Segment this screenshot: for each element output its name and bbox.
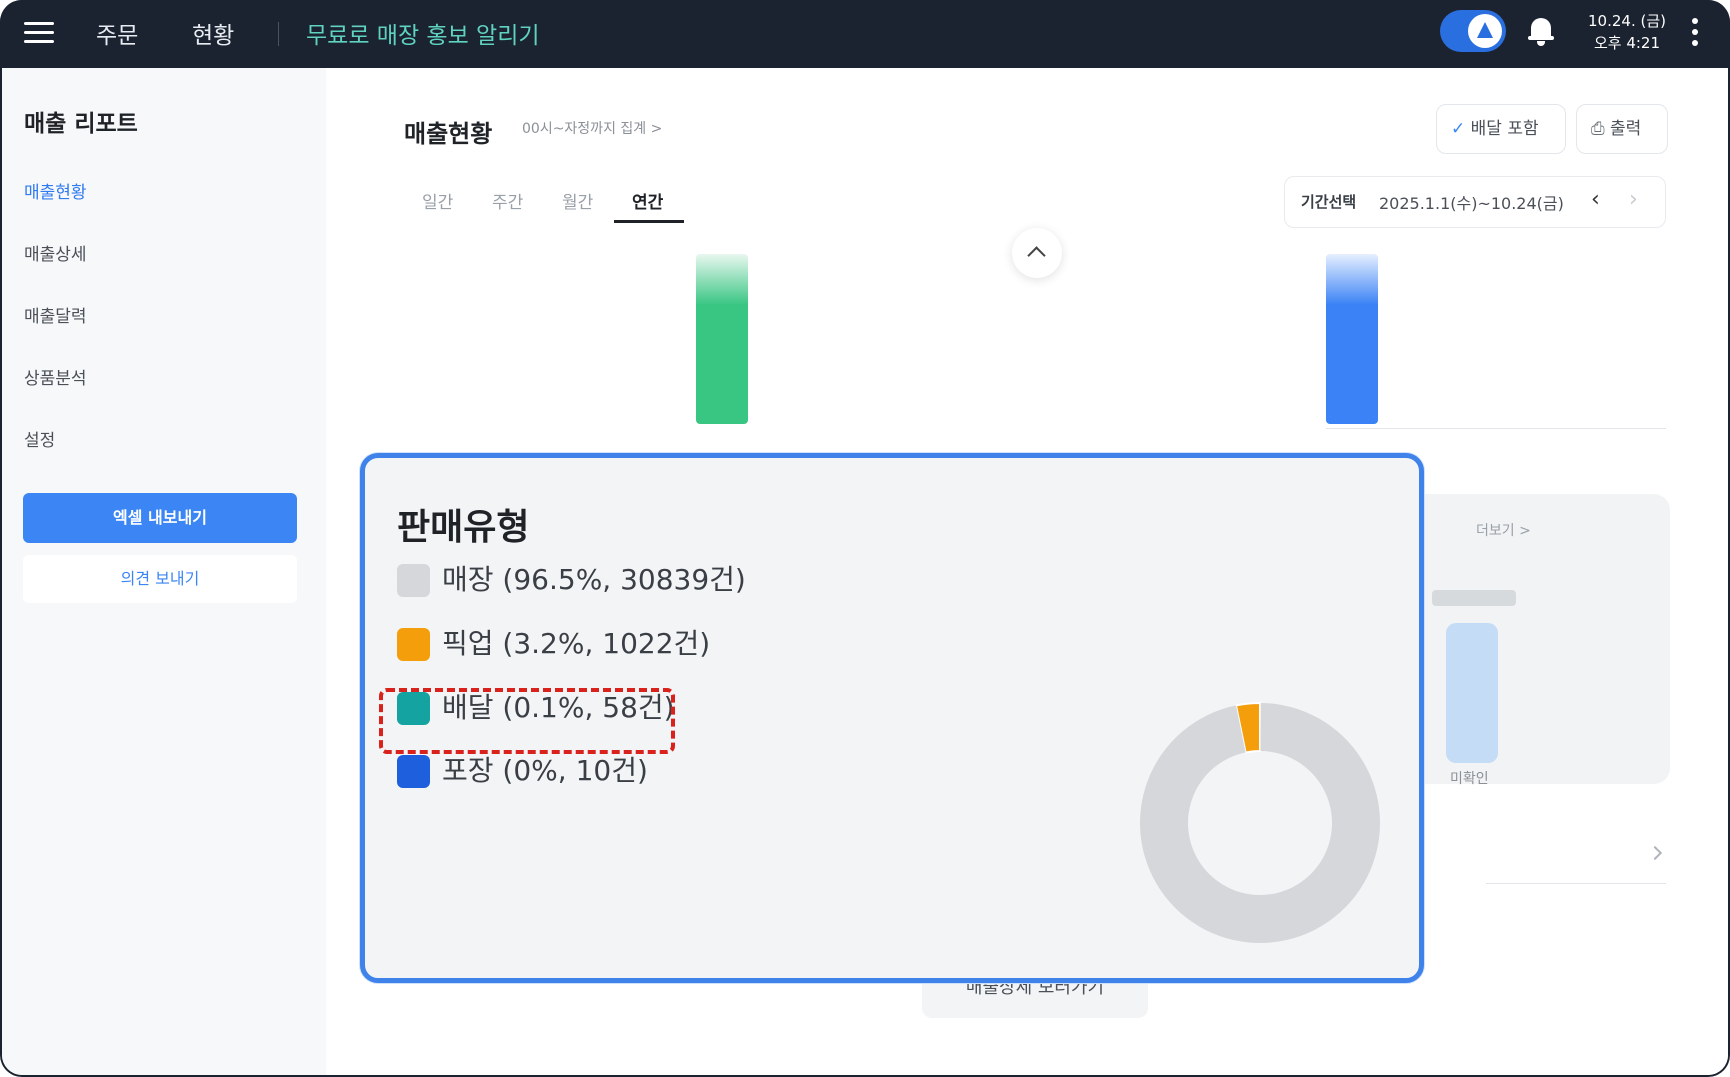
tab-yearly[interactable]: 연간	[632, 188, 663, 213]
toggle-knob-icon	[1468, 14, 1502, 48]
feedback-button[interactable]: 의견 보내기	[23, 555, 297, 603]
sidebar-item-sales-detail[interactable]: 매출상세	[24, 240, 87, 265]
active-tab-indicator	[614, 220, 684, 223]
collapse-chevron-icon[interactable]	[1012, 228, 1062, 278]
content-area: 매출 리포트 매출현황 매출상세 매출달력 상품분석 설정 엑셀 내보내기 의견…	[2, 68, 1728, 1075]
top-bar: 주문 현황 무료로 매장 홍보 알리기 10.24. (금) 오후 4:21	[0, 0, 1730, 68]
tab-weekly[interactable]: 주간	[492, 188, 523, 213]
legend-swatch	[397, 755, 430, 788]
prev-period-icon[interactable]: ‹	[1591, 187, 1600, 212]
sidebar-item-settings[interactable]: 설정	[24, 426, 55, 451]
nav-order[interactable]: 주문	[96, 16, 138, 50]
period-label: 기간선택	[1301, 193, 1357, 211]
list-row-chevron-icon[interactable]	[1486, 828, 1666, 884]
popup-title: 판매유형	[397, 507, 530, 548]
aggregation-info-link[interactable]: 00시~자정까지 집계 >	[522, 118, 662, 138]
print-label: 출력	[1610, 119, 1642, 139]
sidebar-item-sales-status[interactable]: 매출현황	[24, 178, 87, 203]
period-selector[interactable]: 기간선택 2025.1.1(수)~10.24(금) ‹ ›	[1284, 176, 1666, 228]
app-window: 주문 현황 무료로 매장 홍보 알리기 10.24. (금) 오후 4:21 매…	[0, 0, 1730, 1077]
legend-label: 픽업 (3.2%, 1022건)	[442, 627, 711, 660]
mode-toggle[interactable]	[1440, 10, 1506, 52]
sidebar: 매출 리포트 매출현황 매출상세 매출달력 상품분석 설정 엑셀 내보내기 의견…	[2, 68, 326, 1075]
sidebar-item-product-analysis[interactable]: 상품분석	[24, 364, 87, 389]
next-period-icon[interactable]: ›	[1629, 187, 1638, 212]
unconfirmed-label: 미확인	[1450, 771, 1489, 787]
sidebar-item-sales-calendar[interactable]: 매출달력	[24, 302, 87, 327]
legend-swatch	[397, 564, 430, 597]
page-title: 매출현황	[404, 120, 493, 148]
time-text: 오후 4:21	[1593, 34, 1661, 52]
chart-bar-blue	[1326, 254, 1378, 424]
highlight-box	[379, 688, 675, 754]
tab-daily[interactable]: 일간	[422, 188, 453, 213]
menu-icon[interactable]	[24, 18, 54, 48]
chart-bar-green	[696, 254, 748, 424]
print-button[interactable]: ⎙ 출력	[1576, 104, 1668, 154]
blurred-value	[1432, 590, 1516, 606]
sidebar-title: 매출 리포트	[24, 111, 138, 137]
include-delivery-label: 배달 포함	[1470, 119, 1539, 139]
include-delivery-button[interactable]: ✓ 배달 포함	[1436, 104, 1566, 154]
nav-status[interactable]: 현황	[192, 16, 234, 50]
printer-icon: ⎙	[1591, 119, 1611, 139]
more-link[interactable]: 더보기 >	[1476, 520, 1531, 540]
donut-chart	[1140, 701, 1380, 943]
bell-icon[interactable]	[1528, 16, 1554, 46]
promo-link[interactable]: 무료로 매장 홍보 알리기	[306, 16, 540, 50]
check-icon: ✓	[1451, 119, 1471, 139]
excel-export-button[interactable]: 엑셀 내보내기	[23, 493, 297, 543]
more-options-icon[interactable]	[1692, 18, 1698, 51]
date-text: 10.24. (금)	[1588, 12, 1666, 30]
legend-swatch	[397, 628, 430, 661]
sales-type-popup: 판매유형 매장 (96.5%, 30839건) 픽업 (3.2%, 1022건)…	[360, 453, 1424, 983]
tab-monthly[interactable]: 월간	[562, 188, 593, 213]
divider	[1326, 428, 1666, 429]
legend-label: 포장 (0%, 10건)	[442, 754, 648, 787]
datetime: 10.24. (금) 오후 4:21	[1588, 10, 1666, 54]
blurred-bar	[1446, 623, 1498, 763]
period-value: 2025.1.1(수)~10.24(금)	[1379, 194, 1564, 213]
legend-label: 매장 (96.5%, 30839건)	[442, 563, 746, 596]
divider	[278, 22, 279, 46]
